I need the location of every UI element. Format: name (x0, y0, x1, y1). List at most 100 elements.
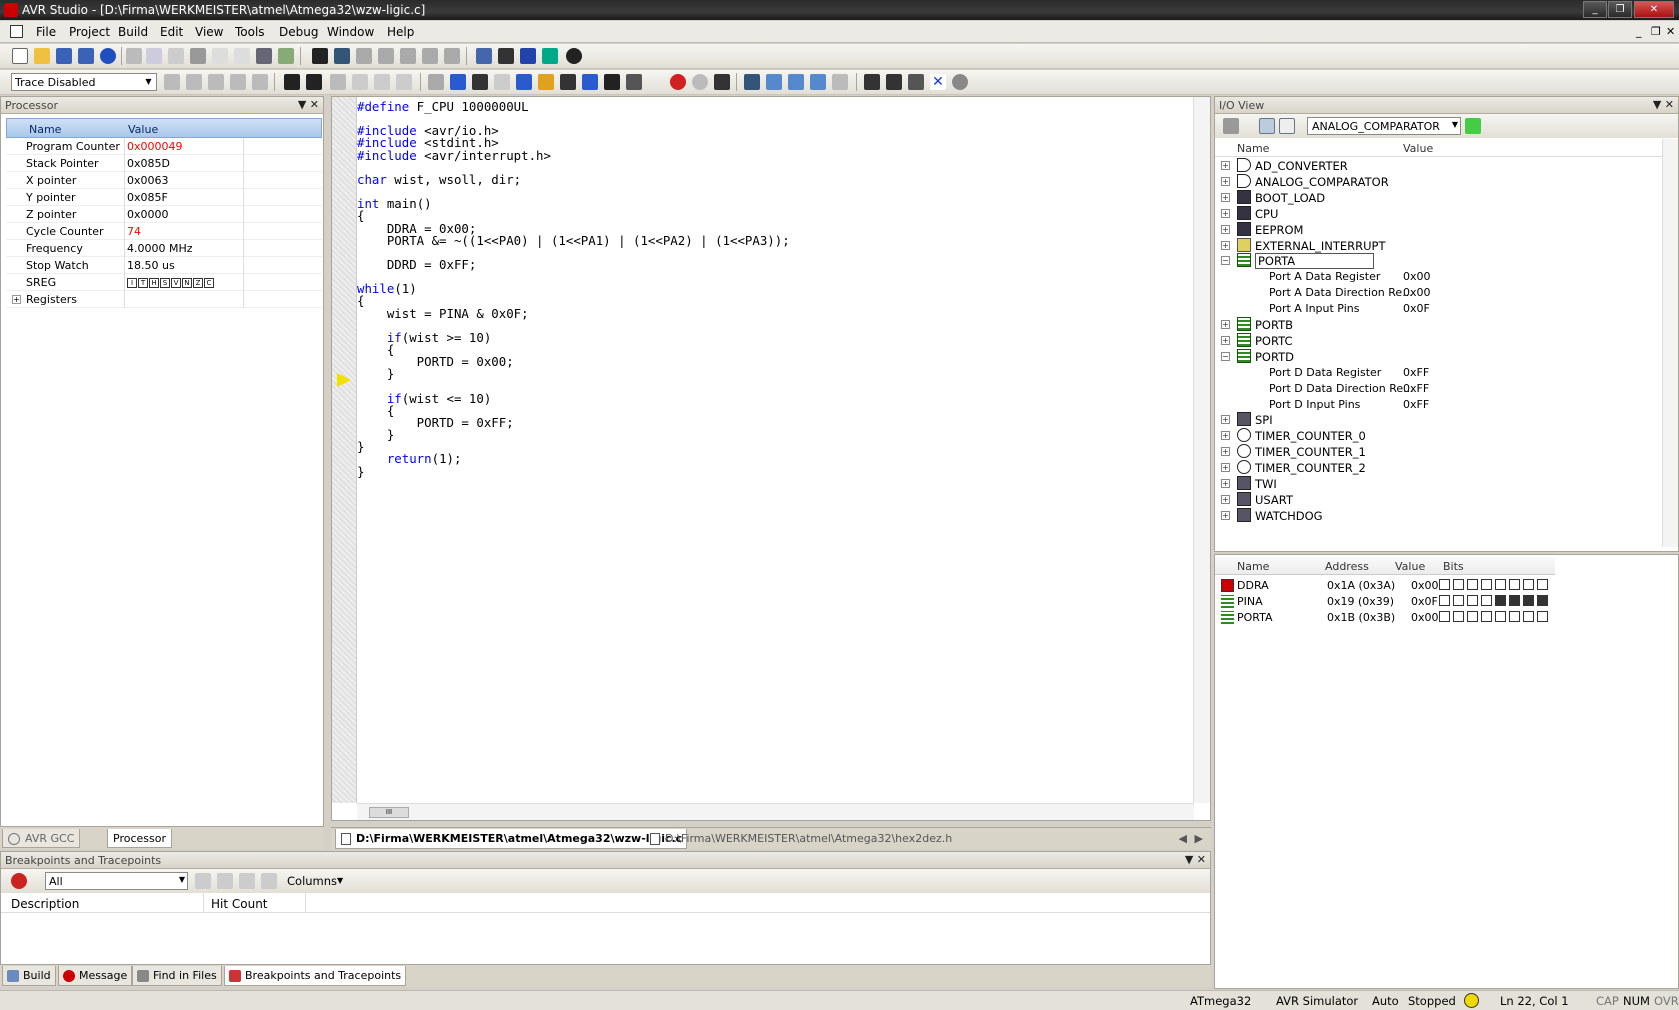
io-tree-item[interactable]: − PORTA (1219, 252, 1659, 270)
menu-edit[interactable]: Edit (160, 25, 183, 39)
connect-icon[interactable] (566, 48, 582, 64)
expand-icon[interactable]: + (1221, 208, 1230, 218)
go-icon[interactable] (1465, 118, 1481, 134)
braces-icon[interactable] (604, 74, 620, 90)
processor-row[interactable]: Program Counter 0x000049 (6, 138, 322, 155)
io-tree-item[interactable]: + WATCHDOG (1219, 507, 1659, 524)
pause-icon[interactable] (494, 74, 510, 90)
sreg-flag[interactable]: V (171, 278, 181, 288)
horizontal-scrollbar[interactable]: III (357, 803, 1194, 820)
register-row[interactable]: PINA 0x19 (0x39) 0x0F (1215, 593, 1655, 610)
breakpoint-icon[interactable] (670, 74, 686, 90)
register-bit[interactable] (1509, 595, 1520, 606)
menu-window[interactable]: Window (327, 25, 374, 39)
io-tree-item[interactable]: + SPI (1219, 411, 1659, 428)
auto-icon[interactable] (396, 74, 412, 90)
expand-icon[interactable]: + (1221, 224, 1230, 234)
tab-scroll-right-icon[interactable]: ▶ (1195, 832, 1203, 845)
paste-icon[interactable] (168, 48, 184, 64)
grid-icon[interactable] (330, 74, 346, 90)
code-line[interactable]: char wist, wsoll, dir; (357, 173, 521, 186)
io-view-icon[interactable] (788, 74, 804, 90)
expand-icon[interactable]: + (1221, 415, 1230, 425)
processor-row[interactable]: SREG I T H S V N Z C (6, 274, 322, 291)
tab-build[interactable]: Build (2, 966, 56, 986)
column-address[interactable]: Address (1325, 560, 1369, 573)
stop-icon[interactable] (450, 74, 466, 90)
register-bit[interactable] (1523, 611, 1534, 622)
sreg-flag[interactable]: N (182, 278, 192, 288)
mdi-restore-button[interactable]: ❐ (1651, 25, 1661, 38)
redo-icon[interactable] (234, 48, 250, 64)
processor-view-icon[interactable] (810, 74, 826, 90)
chevron-down-icon[interactable]: ▼ (337, 876, 343, 885)
minimize-button[interactable]: _ (1583, 1, 1607, 18)
oscillator-icon[interactable] (542, 48, 558, 64)
quickwatch-icon[interactable] (626, 74, 642, 90)
close-button[interactable]: ✕ (1634, 1, 1674, 18)
register-bit[interactable] (1523, 595, 1534, 606)
column-name[interactable]: Name (1237, 142, 1269, 155)
find-project-icon[interactable] (278, 48, 294, 64)
run-to-cursor-icon[interactable] (582, 74, 598, 90)
memory-icon[interactable] (520, 48, 536, 64)
undo-icon[interactable] (212, 48, 228, 64)
code-line[interactable]: DDRD = 0xFF; (357, 258, 477, 271)
trace-icon[interactable] (164, 74, 180, 90)
tab-find-in-files[interactable]: Find in Files (132, 966, 222, 986)
menu-tools[interactable]: Tools (235, 25, 265, 39)
trace-down-icon[interactable] (230, 74, 246, 90)
clear-bookmarks-icon[interactable] (400, 48, 416, 64)
indent-icon[interactable] (422, 48, 438, 64)
fuse-icon[interactable] (908, 74, 924, 90)
new-file-icon[interactable] (12, 48, 28, 64)
register-bit[interactable] (1467, 611, 1478, 622)
register-bit[interactable] (1439, 595, 1450, 606)
processor-row[interactable]: Y pointer 0x085F (6, 189, 322, 206)
collapse-icon[interactable]: − (1221, 351, 1230, 361)
register-bit[interactable] (1453, 611, 1464, 622)
io-tree-item[interactable]: + TWI (1219, 475, 1659, 492)
register-row[interactable]: PORTA 0x1B (0x3B) 0x00 (1215, 609, 1655, 626)
register-row[interactable]: DDRA 0x1A (0x3A) 0x00 (1215, 577, 1655, 594)
delete-breakpoint-icon[interactable] (195, 873, 211, 889)
auto-mark-icon[interactable] (374, 74, 390, 90)
expand-icon[interactable]: + (1221, 320, 1230, 329)
register-bit[interactable] (1481, 611, 1492, 622)
code-line[interactable]: #define F_CPU 1000000UL (357, 100, 529, 113)
register-bit[interactable] (1467, 595, 1478, 606)
register-bit[interactable] (1495, 579, 1506, 590)
save-icon[interactable] (56, 48, 72, 64)
vertical-scrollbar[interactable] (1193, 97, 1210, 803)
code-line[interactable]: #include <avr/interrupt.h> (357, 149, 551, 162)
io-tree-item[interactable]: + PORTC (1219, 332, 1659, 349)
register-bit[interactable] (1509, 579, 1520, 590)
trace-up-icon[interactable] (208, 74, 224, 90)
io-tree-item[interactable]: + EXTERNAL_INTERRUPT (1219, 237, 1659, 254)
io-tree-item[interactable]: − PORTD (1219, 348, 1659, 365)
mark-icon[interactable] (352, 74, 368, 90)
disassembler-icon[interactable] (284, 74, 300, 90)
processor-row[interactable]: Stop Watch 18.50 us (6, 257, 322, 274)
program-icon[interactable] (886, 74, 902, 90)
step-into-icon[interactable] (516, 74, 532, 90)
expand-icon[interactable]: + (1221, 463, 1230, 473)
copy-icon[interactable] (146, 48, 162, 64)
expand-icon[interactable]: + (1221, 479, 1230, 488)
mdi-minimize-button[interactable]: _ (1636, 25, 1642, 38)
expand-icon[interactable]: + (1221, 240, 1230, 250)
expand-icon[interactable]: + (1221, 192, 1230, 202)
io-tree-child[interactable]: Port A Data Register 0x00 (1219, 268, 1659, 285)
io-tree-scrollbar[interactable] (1662, 139, 1678, 547)
panel-pin-close-icon[interactable]: ▼ ✕ (1653, 98, 1674, 111)
expand-icon[interactable]: + (1221, 510, 1230, 520)
register-bit[interactable] (1509, 611, 1520, 622)
mdi-close-button[interactable]: ✕ (1666, 25, 1675, 38)
column-value[interactable]: Value (1395, 560, 1425, 573)
menu-file[interactable]: File (36, 25, 56, 39)
io-tree-child[interactable]: Port D Input Pins 0xFF (1219, 396, 1659, 413)
menu-debug[interactable]: Debug (279, 25, 318, 39)
code-line[interactable]: wist = PINA & 0x0F; (357, 307, 529, 320)
collapse-icon[interactable]: − (1221, 256, 1230, 266)
register-bit[interactable] (1453, 579, 1464, 590)
